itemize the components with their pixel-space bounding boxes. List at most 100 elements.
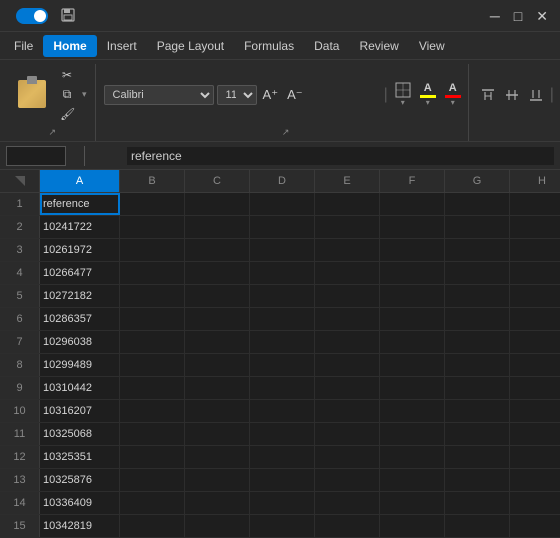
cell-12-F[interactable] (380, 446, 445, 468)
cell-4-G[interactable] (445, 262, 510, 284)
cell-11-E[interactable] (315, 423, 380, 445)
cell-1-G[interactable] (445, 193, 510, 215)
bold-button[interactable] (308, 85, 330, 105)
cell-10-B[interactable] (120, 400, 185, 422)
cell-4-H[interactable] (510, 262, 560, 284)
cell-11-A[interactable]: 10325068 (40, 423, 120, 445)
cell-6-G[interactable] (445, 308, 510, 330)
cell-10-C[interactable] (185, 400, 250, 422)
align-bottom-button[interactable] (525, 85, 547, 105)
cell-10-F[interactable] (380, 400, 445, 422)
cell-13-B[interactable] (120, 469, 185, 491)
menu-formulas[interactable]: Formulas (234, 35, 304, 57)
cut-button[interactable]: ✂ (56, 66, 91, 84)
cell-9-D[interactable] (250, 377, 315, 399)
cell-12-A[interactable]: 10325351 (40, 446, 120, 468)
cell-2-B[interactable] (120, 216, 185, 238)
cell-13-D[interactable] (250, 469, 315, 491)
align-top-button[interactable] (477, 85, 499, 105)
cell-11-C[interactable] (185, 423, 250, 445)
cell-4-C[interactable] (185, 262, 250, 284)
cell-5-A[interactable]: 10272182 (40, 285, 120, 307)
cell-10-A[interactable]: 10316207 (40, 400, 120, 422)
cell-14-E[interactable] (315, 492, 380, 514)
cell-2-G[interactable] (445, 216, 510, 238)
column-header-g[interactable]: G (445, 170, 510, 192)
cell-13-H[interactable] (510, 469, 560, 491)
cell-1-C[interactable] (185, 193, 250, 215)
cell-3-A[interactable]: 10261972 (40, 239, 120, 261)
menu-page-layout[interactable]: Page Layout (147, 35, 234, 57)
cell-14-D[interactable] (250, 492, 315, 514)
cell-14-G[interactable] (445, 492, 510, 514)
cell-15-B[interactable] (120, 515, 185, 537)
cell-5-D[interactable] (250, 285, 315, 307)
clipboard-expand-icon[interactable]: ↗ (48, 127, 56, 138)
cell-6-D[interactable] (250, 308, 315, 330)
font-color-button[interactable]: A ▾ (442, 81, 464, 108)
borders-button[interactable]: ▾ (392, 81, 414, 108)
cell-12-G[interactable] (445, 446, 510, 468)
cell-6-C[interactable] (185, 308, 250, 330)
cell-15-C[interactable] (185, 515, 250, 537)
cell-2-C[interactable] (185, 216, 250, 238)
cell-10-G[interactable] (445, 400, 510, 422)
cell-10-E[interactable] (315, 400, 380, 422)
cell-13-E[interactable] (315, 469, 380, 491)
cell-4-F[interactable] (380, 262, 445, 284)
cell-15-H[interactable] (510, 515, 560, 537)
cell-11-B[interactable] (120, 423, 185, 445)
cell-11-F[interactable] (380, 423, 445, 445)
cell-9-A[interactable]: 10310442 (40, 377, 120, 399)
font-name-select[interactable]: Calibri (104, 85, 214, 105)
cell-8-H[interactable] (510, 354, 560, 376)
cell-3-C[interactable] (185, 239, 250, 261)
cell-7-A[interactable]: 10296038 (40, 331, 120, 353)
cell-3-B[interactable] (120, 239, 185, 261)
align-middle-button[interactable] (501, 85, 523, 105)
cell-14-B[interactable] (120, 492, 185, 514)
cell-2-F[interactable] (380, 216, 445, 238)
cell-9-C[interactable] (185, 377, 250, 399)
cell-8-F[interactable] (380, 354, 445, 376)
cell-5-E[interactable] (315, 285, 380, 307)
cell-13-A[interactable]: 10325876 (40, 469, 120, 491)
cell-8-C[interactable] (185, 354, 250, 376)
font-size-select[interactable]: 11 (217, 85, 257, 105)
cell-12-E[interactable] (315, 446, 380, 468)
cell-2-D[interactable] (250, 216, 315, 238)
cell-1-E[interactable] (315, 193, 380, 215)
cell-14-F[interactable] (380, 492, 445, 514)
cell-12-C[interactable] (185, 446, 250, 468)
column-header-f[interactable]: F (380, 170, 445, 192)
cell-2-A[interactable]: 10241722 (40, 216, 120, 238)
cell-14-H[interactable] (510, 492, 560, 514)
minimize-button[interactable]: ─ (486, 7, 504, 25)
cell-7-H[interactable] (510, 331, 560, 353)
cell-2-H[interactable] (510, 216, 560, 238)
cell-3-E[interactable] (315, 239, 380, 261)
cell-1-B[interactable] (120, 193, 185, 215)
cell-9-E[interactable] (315, 377, 380, 399)
cell-12-H[interactable] (510, 446, 560, 468)
cell-13-G[interactable] (445, 469, 510, 491)
cell-reference-box[interactable] (6, 146, 66, 166)
cell-3-D[interactable] (250, 239, 315, 261)
cell-6-E[interactable] (315, 308, 380, 330)
more-commands-button[interactable] (120, 14, 128, 18)
cell-5-F[interactable] (380, 285, 445, 307)
cell-14-C[interactable] (185, 492, 250, 514)
cell-9-G[interactable] (445, 377, 510, 399)
menu-view[interactable]: View (409, 35, 455, 57)
autosave-toggle[interactable] (16, 8, 48, 24)
cell-9-F[interactable] (380, 377, 445, 399)
cell-3-H[interactable] (510, 239, 560, 261)
menu-home[interactable]: Home (43, 35, 96, 57)
paste-button[interactable] (10, 64, 54, 125)
cell-3-F[interactable] (380, 239, 445, 261)
cell-4-A[interactable]: 10266477 (40, 262, 120, 284)
column-header-a[interactable]: A (40, 170, 120, 192)
font-size-increase-button[interactable]: A⁺ (260, 86, 282, 104)
format-painter-button[interactable]: 🖌 (56, 105, 91, 123)
copy-button[interactable]: ⧉ ▾ (56, 85, 91, 104)
